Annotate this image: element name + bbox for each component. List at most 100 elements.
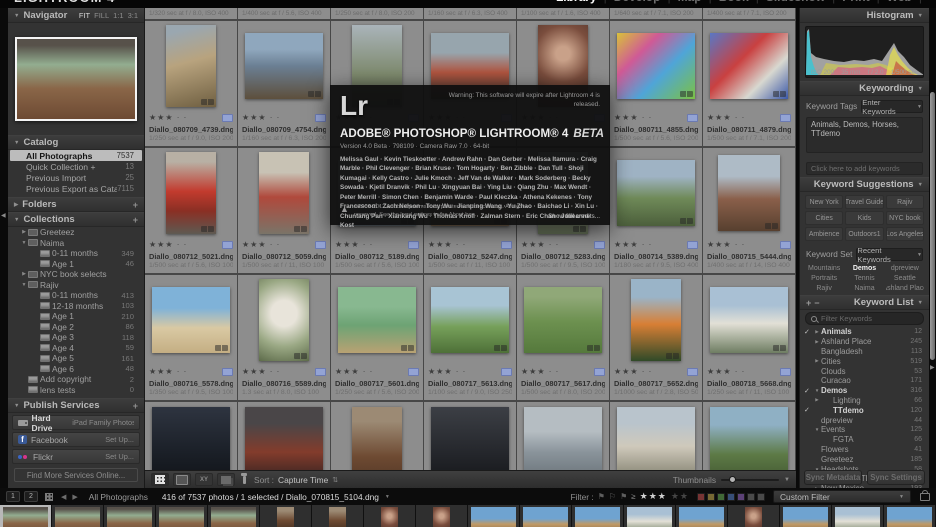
color-label-chip[interactable] <box>707 493 715 501</box>
custom-filter-dropdown[interactable]: Custom Filter ▼ <box>773 490 911 503</box>
zoom-option[interactable]: 1:1 <box>113 11 123 20</box>
disclosure-triangle-icon[interactable]: ▼ <box>20 282 28 288</box>
grid-photo-cell[interactable]: ★★★ · · Diallo_080716_5589.dng Di...89 1… <box>238 273 331 400</box>
photo-thumbnail[interactable] <box>710 287 787 354</box>
disclosure-triangle-icon[interactable]: ▶ <box>20 229 28 235</box>
filmstrip-thumbnail[interactable] <box>52 505 104 527</box>
photo-thumbnail[interactable] <box>259 279 309 362</box>
keyword-suggestion-button[interactable]: Kids <box>845 211 883 225</box>
collection-item[interactable]: ▼ Naima <box>10 238 142 249</box>
color-label-chip[interactable] <box>757 493 765 501</box>
folders-header[interactable]: ▶ Folders + <box>8 197 144 212</box>
keyword-set-item[interactable]: Naima <box>845 284 883 293</box>
disclosure-triangle-icon[interactable]: ▶ <box>20 271 28 277</box>
grid-photo-cell[interactable]: ★★★ · · Diallo_080717_5617.dng Di...17 1… <box>517 273 610 400</box>
filmstrip-thumbnail[interactable] <box>884 505 936 527</box>
disclosure-triangle-icon[interactable]: ▼ <box>918 300 923 306</box>
star-rating[interactable]: ★★★ · · <box>707 113 745 122</box>
grid-photo-cell[interactable] <box>424 400 517 470</box>
add-keywords-input[interactable]: Click here to add keywords <box>806 162 923 175</box>
keyword-list-item[interactable]: ✓ ▼ Events 125 <box>800 425 929 435</box>
disclosure-triangle-icon[interactable]: ▼ <box>14 403 19 409</box>
module-tab[interactable]: Book <box>719 0 749 4</box>
forward-arrow-icon[interactable]: ▶ <box>72 493 77 501</box>
keyword-suggestions-header[interactable]: Keyword Suggestions ▼ <box>800 177 929 192</box>
collection-item[interactable]: 0-11 months 349 <box>10 248 142 259</box>
grid-photo-cell[interactable]: ★★★ · · Diallo_080715_5444.dng Di...44 1… <box>703 146 796 273</box>
filmstrip-thumbnail[interactable] <box>624 505 676 527</box>
sync-metadata-button[interactable]: Sync Metadata <box>804 470 862 485</box>
keyword-tags-mode-dropdown[interactable]: Enter Keywords▼ <box>861 100 923 113</box>
check-icon[interactable]: ✓ <box>804 387 813 395</box>
photo-thumbnail[interactable] <box>617 160 694 227</box>
disclosure-triangle-icon[interactable]: ▼ <box>14 140 19 146</box>
module-tab[interactable]: Web <box>887 0 912 4</box>
keyword-suggestion-button[interactable]: Travel Guide <box>845 195 883 209</box>
module-tab[interactable]: Slideshow <box>766 0 825 4</box>
keyword-badge-icon[interactable] <box>222 368 233 376</box>
photo-thumbnail[interactable] <box>152 287 229 354</box>
flag-pick-icon[interactable]: ⚑ <box>598 492 605 501</box>
publish-service-facebook[interactable]: f Facebook Set Up... <box>12 432 140 447</box>
keyword-set-item[interactable]: dpreview <box>886 264 924 273</box>
keyword-badge-icon[interactable] <box>594 368 605 376</box>
photo-thumbnail[interactable] <box>245 33 322 100</box>
navigator-preview-image[interactable] <box>15 37 137 121</box>
grid-view-button[interactable] <box>151 473 169 486</box>
keyword-list-item[interactable]: ✓ TTdemo 120 <box>800 405 929 415</box>
keyword-badge-icon[interactable] <box>408 368 419 376</box>
keyword-set-item[interactable]: Seattle <box>886 274 924 283</box>
filmstrip-thumbnail[interactable] <box>728 505 780 527</box>
photo-thumbnail[interactable] <box>338 287 415 354</box>
zoom-option[interactable]: FIT <box>79 11 90 20</box>
selection-status-text[interactable]: 416 of 7537 photos / 1 selected / Diallo… <box>162 492 379 502</box>
thumbnail-size-slider[interactable] <box>721 479 779 481</box>
photo-thumbnail[interactable] <box>718 155 781 231</box>
filmstrip-thumbnail[interactable] <box>832 505 884 527</box>
flag-unflagged-icon[interactable]: ⚐ <box>609 492 616 501</box>
grid-photo-cell[interactable]: ★★★ · · Diallo_080717_5652.dng Di...52 1… <box>610 273 703 400</box>
star-rating[interactable]: ★★★ · · <box>614 240 652 249</box>
collection-item[interactable]: Add copyright 2 <box>10 374 142 385</box>
grid-photo-cell[interactable]: ★★★ · · Diallo_080718_5668.dng Di...68 1… <box>703 273 796 400</box>
star-rating[interactable]: ★★★ · · <box>242 113 280 122</box>
color-label-chip[interactable] <box>737 493 745 501</box>
star-rating[interactable]: ★★★ · · <box>707 367 745 376</box>
catalog-item[interactable]: Previous Import 25 <box>10 172 142 183</box>
grid-photo-cell[interactable]: ★★★ · · Diallo_080717_5613.dng Di...13 1… <box>424 273 517 400</box>
photo-thumbnail[interactable] <box>259 152 309 235</box>
filmstrip-thumbnail[interactable] <box>416 505 468 527</box>
filter-lock-icon[interactable] <box>920 493 930 501</box>
keyword-suggestion-button[interactable]: Cities <box>805 211 843 225</box>
keyword-badge-icon[interactable] <box>780 241 791 249</box>
photo-thumbnail[interactable] <box>617 407 694 470</box>
keyword-set-dropdown[interactable]: Recent Keywords▼ <box>856 248 923 261</box>
keyword-badge-icon[interactable] <box>222 114 233 122</box>
photo-thumbnail[interactable] <box>617 33 694 100</box>
keyword-list-item[interactable]: ✓ dpreview 44 <box>800 415 929 425</box>
star-rating[interactable]: ★★★ · · <box>242 367 280 376</box>
color-label-chip[interactable] <box>697 493 705 501</box>
color-label-chip[interactable] <box>747 493 755 501</box>
keyword-badge-icon[interactable] <box>687 368 698 376</box>
keyword-set-item[interactable]: Ashland Place <box>886 284 924 293</box>
module-tab[interactable]: Library <box>556 0 597 4</box>
star-rating[interactable]: ★★★ · · <box>335 240 373 249</box>
add-publish-service-icon[interactable]: + <box>133 401 138 411</box>
filmstrip-thumbnail[interactable] <box>312 505 364 527</box>
keyword-badge-icon[interactable] <box>594 241 605 249</box>
star-rating[interactable]: ★★★ · · <box>707 240 745 249</box>
disclosure-triangle-icon[interactable]: ▼ <box>813 388 821 393</box>
keyword-badge-icon[interactable] <box>780 114 791 122</box>
keyword-badge-icon[interactable] <box>408 241 419 249</box>
filter-keywords-input[interactable]: Filter Keywords <box>805 312 924 325</box>
check-icon[interactable]: ✓ <box>804 328 813 336</box>
main-window-button[interactable]: 1 <box>6 491 20 502</box>
photo-thumbnail[interactable] <box>245 407 322 470</box>
keyword-badge-icon[interactable] <box>687 241 698 249</box>
collapse-left-panel-arrow-icon[interactable]: ◀ <box>1 212 6 219</box>
grid-photo-cell[interactable]: ★★★ · · Diallo_080711_4855.dng Di...55 1… <box>610 19 703 146</box>
rating-operator[interactable]: ≥ <box>631 492 635 501</box>
photo-thumbnail[interactable] <box>710 33 787 100</box>
find-more-services-button[interactable]: Find More Services Online... <box>14 468 138 482</box>
